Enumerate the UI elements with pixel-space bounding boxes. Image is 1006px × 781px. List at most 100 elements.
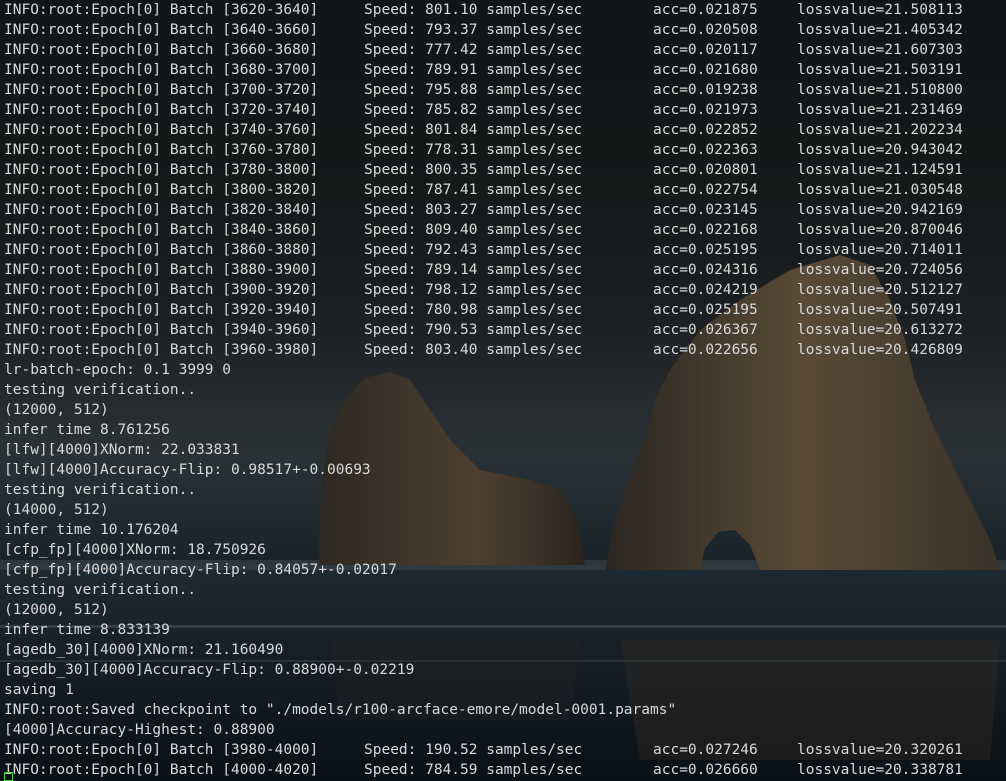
terminal-window[interactable]: INFO:root:Epoch[0] Batch [3620-3640] Spee… [0,0,1006,781]
log-line-batch: INFO:root:Epoch[0] Batch [3740-3760] Spee… [0,120,1006,140]
batch-loss: lossvalue=21.503191 [797,62,963,78]
log-line-batch: INFO:root:Epoch[0] Batch [3800-3820] Spee… [0,180,1006,200]
batch-speed: Speed: 798.12 samples/sec [364,282,583,298]
batch-loss: lossvalue=20.714011 [797,242,963,258]
batch-loss: lossvalue=20.512127 [797,282,963,298]
batch-prefix: INFO:root:Epoch[0] Batch [3900-3920] [4,282,319,298]
log-line: infer time 8.833139 [0,620,1006,640]
batch-prefix: INFO:root:Epoch[0] Batch [3980-4000] [4,742,319,758]
log-line: testing verification.. [0,380,1006,400]
log-line: testing verification.. [0,480,1006,500]
batch-speed: Speed: 793.37 samples/sec [364,22,583,38]
batch-prefix: INFO:root:Epoch[0] Batch [3640-3660] [4,22,319,38]
terminal-output: INFO:root:Epoch[0] Batch [3620-3640] Spee… [0,0,1006,781]
batch-speed: Speed: 785.82 samples/sec [364,102,583,118]
batch-prefix: INFO:root:Epoch[0] Batch [3840-3860] [4,222,319,238]
batch-prefix: INFO:root:Epoch[0] Batch [3620-3640] [4,2,319,18]
batch-acc: acc=0.024219 [653,282,758,298]
batch-loss: lossvalue=21.405342 [797,22,963,38]
log-line: [lfw][4000]XNorm: 22.033831 [0,440,1006,460]
batch-speed: Speed: 801.10 samples/sec [364,2,583,18]
batch-acc: acc=0.022656 [653,342,758,358]
log-line-batch: INFO:root:Epoch[0] Batch [3700-3720] Spee… [0,80,1006,100]
batch-acc: acc=0.021680 [653,62,758,78]
batch-speed: Speed: 790.53 samples/sec [364,322,583,338]
batch-acc: acc=0.026367 [653,322,758,338]
log-text: lr-batch-epoch: 0.1 3999 0 [4,362,231,378]
batch-speed: Speed: 800.35 samples/sec [364,162,583,178]
batch-prefix: INFO:root:Epoch[0] Batch [3940-3960] [4,322,319,338]
batch-acc: acc=0.025195 [653,242,758,258]
batch-loss: lossvalue=21.124591 [797,162,963,178]
batch-loss: lossvalue=21.508113 [797,2,963,18]
log-line: INFO:root:Saved checkpoint to "./models/… [0,700,1006,720]
log-text: testing verification.. [4,582,197,598]
log-line: [agedb_30][4000]Accuracy-Flip: 0.88900+-… [0,660,1006,680]
batch-prefix: INFO:root:Epoch[0] Batch [3920-3940] [4,302,319,318]
batch-prefix: INFO:root:Epoch[0] Batch [3820-3840] [4,202,319,218]
batch-prefix: INFO:root:Epoch[0] Batch [3720-3740] [4,102,319,118]
log-line-batch: INFO:root:Epoch[0] Batch [3720-3740] Spee… [0,100,1006,120]
batch-speed: Speed: 809.40 samples/sec [364,222,583,238]
log-line-batch: INFO:root:Epoch[0] Batch [3660-3680] Spee… [0,40,1006,60]
batch-prefix: INFO:root:Epoch[0] Batch [3680-3700] [4,62,319,78]
log-line: [lfw][4000]Accuracy-Flip: 0.98517+-0.006… [0,460,1006,480]
log-line: (14000, 512) [0,500,1006,520]
batch-speed: Speed: 784.59 samples/sec [364,762,583,778]
log-line: infer time 10.176204 [0,520,1006,540]
log-line: [agedb_30][4000]XNorm: 21.160490 [0,640,1006,660]
log-line-batch: INFO:root:Epoch[0] Batch [3840-3860] Spee… [0,220,1006,240]
batch-loss: lossvalue=21.231469 [797,102,963,118]
log-line-batch: INFO:root:Epoch[0] Batch [3640-3660] Spee… [0,20,1006,40]
log-text: [agedb_30][4000]XNorm: 21.160490 [4,642,284,658]
batch-speed: Speed: 789.91 samples/sec [364,62,583,78]
batch-acc: acc=0.022168 [653,222,758,238]
batch-speed: Speed: 780.98 samples/sec [364,302,583,318]
log-line-batch: INFO:root:Epoch[0] Batch [3880-3900] Spee… [0,260,1006,280]
log-text: [cfp_fp][4000]Accuracy-Flip: 0.84057+-0.… [4,562,397,578]
batch-prefix: INFO:root:Epoch[0] Batch [3800-3820] [4,182,319,198]
batch-prefix: INFO:root:Epoch[0] Batch [3960-3980] [4,342,319,358]
log-text: infer time 8.761256 [4,422,170,438]
batch-acc: acc=0.020508 [653,22,758,38]
batch-prefix: INFO:root:Epoch[0] Batch [3740-3760] [4,122,319,138]
batch-acc: acc=0.020801 [653,162,758,178]
batch-speed: Speed: 803.40 samples/sec [364,342,583,358]
log-text: [agedb_30][4000]Accuracy-Flip: 0.88900+-… [4,662,415,678]
batch-acc: acc=0.023145 [653,202,758,218]
log-line-batch: INFO:root:Epoch[0] Batch [3980-4000] Spee… [0,740,1006,760]
log-line-batch: INFO:root:Epoch[0] Batch [3680-3700] Spee… [0,60,1006,80]
batch-prefix: INFO:root:Epoch[0] Batch [3700-3720] [4,82,319,98]
batch-prefix: INFO:root:Epoch[0] Batch [3660-3680] [4,42,319,58]
log-line: (12000, 512) [0,600,1006,620]
log-line: lr-batch-epoch: 0.1 3999 0 [0,360,1006,380]
batch-loss: lossvalue=20.870046 [797,222,963,238]
batch-acc: acc=0.022754 [653,182,758,198]
batch-acc: acc=0.027246 [653,742,758,758]
log-text: [4000]Accuracy-Highest: 0.88900 [4,722,275,738]
log-text: [lfw][4000]Accuracy-Flip: 0.98517+-0.006… [4,462,371,478]
batch-speed: Speed: 777.42 samples/sec [364,42,583,58]
batch-prefix: INFO:root:Epoch[0] Batch [3860-3880] [4,242,319,258]
log-line-batch: INFO:root:Epoch[0] Batch [4000-4020] Spee… [0,760,1006,780]
batch-speed: Speed: 795.88 samples/sec [364,82,583,98]
batch-acc: acc=0.022363 [653,142,758,158]
batch-acc: acc=0.025195 [653,302,758,318]
log-text: INFO:root:Saved checkpoint to "./models/… [4,702,677,718]
log-line: testing verification.. [0,580,1006,600]
batch-loss: lossvalue=21.607303 [797,42,963,58]
batch-prefix: INFO:root:Epoch[0] Batch [3880-3900] [4,262,319,278]
log-text: testing verification.. [4,382,197,398]
log-text: [cfp_fp][4000]XNorm: 18.750926 [4,542,266,558]
log-line: [cfp_fp][4000]XNorm: 18.750926 [0,540,1006,560]
log-line: infer time 8.761256 [0,420,1006,440]
batch-acc: acc=0.021973 [653,102,758,118]
batch-loss: lossvalue=21.030548 [797,182,963,198]
log-text: [lfw][4000]XNorm: 22.033831 [4,442,240,458]
batch-loss: lossvalue=20.507491 [797,302,963,318]
log-line: (12000, 512) [0,400,1006,420]
log-line: saving 1 [0,680,1006,700]
log-line-batch: INFO:root:Epoch[0] Batch [3620-3640] Spee… [0,0,1006,20]
batch-speed: Speed: 778.31 samples/sec [364,142,583,158]
batch-loss: lossvalue=20.320261 [797,742,963,758]
